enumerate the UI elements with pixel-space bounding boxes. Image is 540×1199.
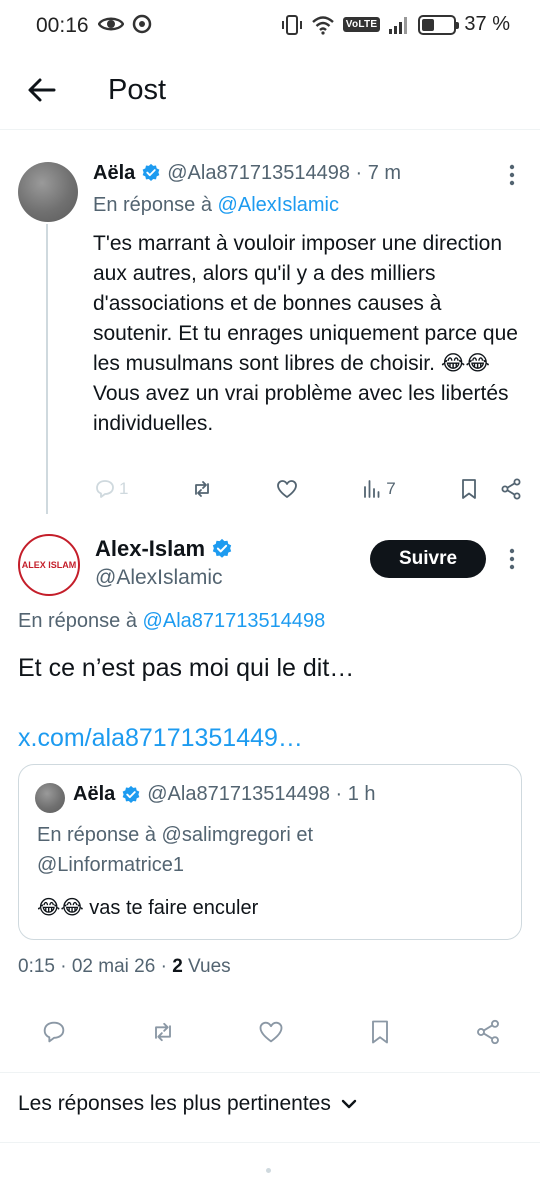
author-name: Aëla [73, 783, 116, 805]
app-header: Post [0, 52, 540, 130]
share-icon[interactable] [499, 477, 523, 501]
tweet-body: Aëla @Ala871713514498 · 7 m En réponse à… [93, 158, 518, 439]
reply-icon [96, 480, 114, 498]
author-row: Aëla @Ala871713514498 · 7 m [93, 158, 513, 188]
quote-reply-line: @Linformatrice1 [37, 854, 185, 876]
verified-badge-icon [122, 785, 140, 803]
reply-to: En réponse à @Ala871713514498 [18, 610, 325, 633]
author-name[interactable]: Alex-Islam [95, 536, 205, 562]
handle-time: @Ala871713514498 · 1 h [147, 783, 376, 805]
timestamp: 0:15 · 02 mai 26 · [18, 956, 173, 977]
alex-islam-logo: ALEX ISLAM [21, 560, 77, 570]
handle[interactable]: @AlexIslamic [95, 566, 239, 590]
share-icon [477, 1019, 499, 1045]
reply-button[interactable]: 1 [93, 477, 128, 501]
author-name[interactable]: Aëla [93, 162, 135, 185]
heart-icon [277, 480, 297, 498]
more-options-icon[interactable] [508, 164, 516, 186]
reply-count: 1 [119, 479, 129, 498]
battery-icon [418, 14, 460, 35]
back-arrow-icon[interactable] [26, 74, 58, 106]
quote-reply-line: En réponse à @salimgregori et [37, 824, 313, 846]
retweet-icon [154, 1022, 171, 1042]
signal-icon [389, 16, 408, 34]
chevron-down-icon [341, 1099, 357, 1109]
analytics-icon [364, 480, 380, 498]
avatar [35, 783, 65, 813]
author-name-row: Alex-Islam [95, 536, 239, 562]
retweet-button[interactable] [149, 1018, 177, 1046]
avatar[interactable]: ALEX ISLAM [18, 534, 80, 596]
bookmark-button[interactable] [457, 477, 523, 501]
author-block: Alex-Islam @AlexIslamic [95, 536, 239, 590]
replies-sort-dropdown[interactable]: Les réponses les plus pertinentes [18, 1092, 357, 1116]
views-label: Vues [182, 956, 231, 977]
divider [0, 1072, 540, 1073]
sort-label: Les réponses les plus pertinentes [18, 1092, 331, 1115]
status-system-icons: VoLTE 37 % [281, 13, 510, 36]
avatar[interactable] [18, 162, 78, 222]
share-button[interactable] [474, 1018, 502, 1046]
tweet-meta: 0:15 · 02 mai 26 · 2 Vues [18, 956, 231, 978]
tweet-link[interactable]: x.com/ala87171351449… [18, 724, 303, 753]
main-action-bar [40, 1018, 502, 1046]
quote-author-row: Aëla @Ala871713514498 · 1 h [73, 783, 376, 806]
more-options-icon[interactable] [508, 548, 516, 570]
handle-time: @Ala871713514498 · 7 m [167, 161, 402, 184]
retweet-icon [194, 481, 209, 497]
views-button[interactable]: 7 [360, 477, 396, 501]
status-time: 00:16 [36, 14, 89, 37]
eye-icon [98, 17, 124, 31]
reply-button[interactable] [40, 1018, 68, 1046]
view-count: 7 [386, 479, 396, 498]
reply-tweet[interactable]: Aëla @Ala871713514498 · 7 m En réponse à… [0, 134, 540, 514]
tweet-text: Et ce n’est pas moi qui le dit… [18, 654, 355, 682]
reply-target-link[interactable]: @AlexIslamic [218, 194, 339, 216]
quote-text: 😂😂 vas te faire enculer [37, 897, 259, 919]
chrome-icon [132, 14, 152, 34]
heart-icon [259, 1021, 283, 1043]
reply-action-bar: 1 7 [93, 477, 523, 501]
reply-prefix: En réponse à [18, 610, 137, 632]
thread-line [46, 224, 48, 514]
battery-percent: 37 % [464, 13, 510, 35]
page-title: Post [108, 74, 167, 106]
reply-target-link[interactable]: @Ala871713514498 [143, 610, 326, 632]
status-notification-icons [98, 14, 152, 34]
like-button[interactable] [275, 477, 299, 501]
reply-to: En réponse à @AlexIslamic [93, 194, 513, 217]
bookmark-button[interactable] [366, 1018, 394, 1046]
views-count[interactable]: 2 [172, 956, 183, 977]
volte-badge: VoLTE [342, 17, 381, 32]
bookmark-icon [462, 479, 476, 499]
reply-icon [43, 1021, 65, 1043]
quoted-tweet[interactable]: Aëla @Ala871713514498 · 1 h En réponse à… [18, 764, 522, 940]
reply-prefix: En réponse à [93, 194, 212, 216]
wifi-icon [311, 15, 334, 35]
quote-reply-to: En réponse à @salimgregori et @Linformat… [37, 820, 313, 880]
follow-button[interactable]: Suivre [370, 540, 486, 578]
retweet-button[interactable] [190, 477, 214, 501]
status-bar: 00:16 VoLTE 37 % [0, 0, 540, 52]
verified-badge-icon [142, 163, 160, 181]
divider [0, 1142, 540, 1143]
vibrate-icon [281, 14, 302, 35]
like-button[interactable] [257, 1018, 285, 1046]
verified-badge-icon [212, 538, 232, 558]
tweet-text: T'es marrant à vouloir imposer une direc… [93, 232, 518, 435]
loading-indicator [266, 1168, 271, 1173]
bookmark-icon [371, 1020, 388, 1044]
